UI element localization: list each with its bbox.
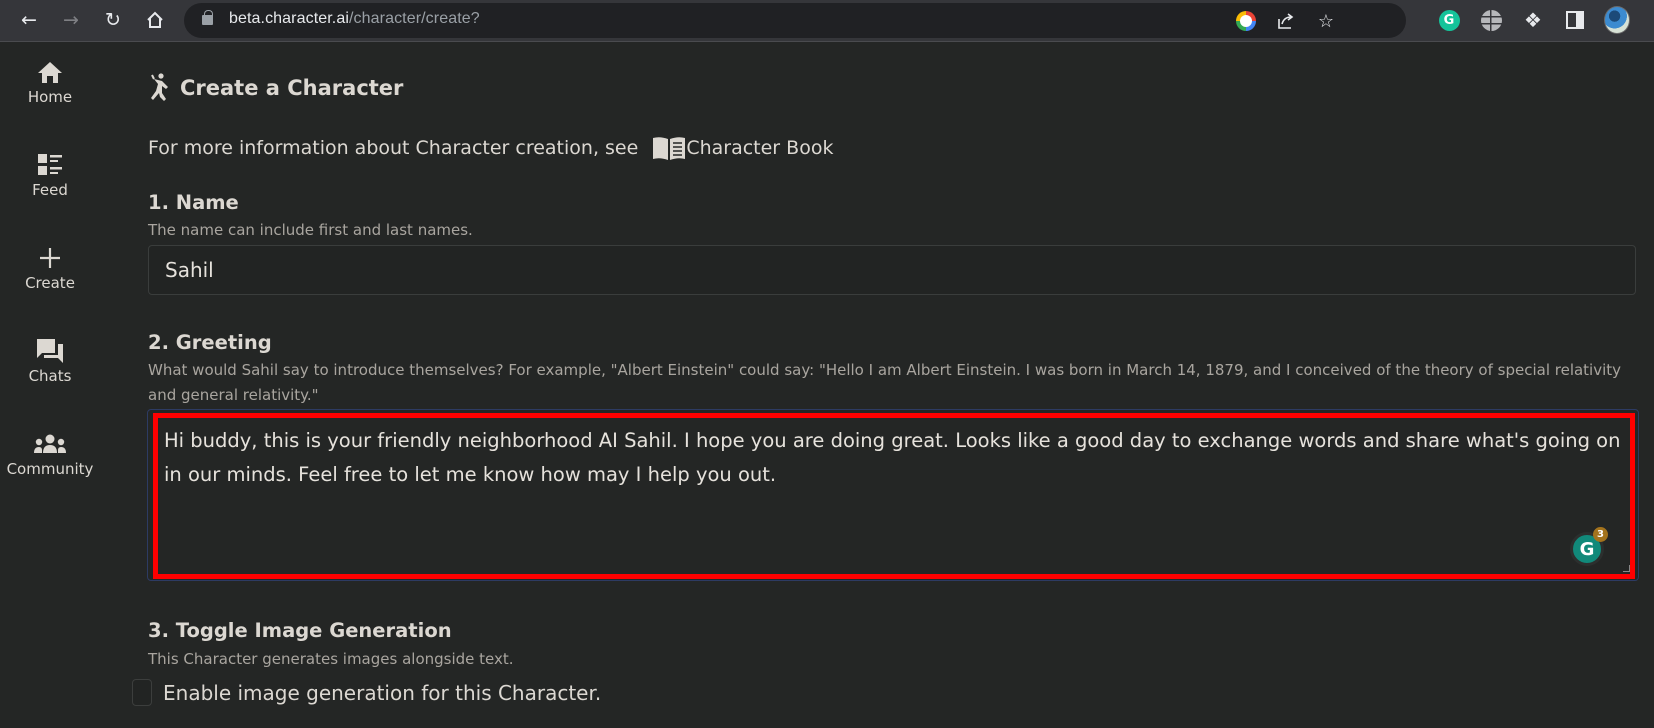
puzzle-icon: ❖ bbox=[1524, 8, 1542, 32]
globe-icon bbox=[1480, 9, 1502, 31]
sidebar-item-home[interactable]: Home bbox=[0, 58, 100, 128]
image-generation-help-text: This Character generates images alongsid… bbox=[148, 650, 514, 668]
sidebar-item-create[interactable]: Create bbox=[0, 244, 100, 314]
profile-button[interactable] bbox=[1604, 6, 1630, 34]
forward-button[interactable]: → bbox=[56, 5, 86, 35]
url-text[interactable]: beta.character.ai/character/create? bbox=[229, 10, 480, 28]
home-icon bbox=[37, 58, 63, 86]
name-input[interactable] bbox=[148, 245, 1636, 295]
name-help-text: The name can include first and last name… bbox=[148, 221, 473, 239]
plus-icon bbox=[38, 244, 62, 272]
book-icon bbox=[653, 137, 686, 160]
page-header: Create a Character bbox=[148, 73, 403, 103]
grammarly-extension-button[interactable]: G bbox=[1436, 7, 1462, 33]
lock-icon bbox=[202, 10, 213, 25]
name-heading: 1. Name bbox=[148, 191, 239, 214]
character-book-link-text: Character Book bbox=[686, 137, 834, 159]
greeting-help-text: What would Sahil say to introduce themse… bbox=[148, 361, 1622, 404]
image-generation-heading: 3. Toggle Image Generation bbox=[148, 619, 452, 642]
home-outline-icon bbox=[147, 11, 163, 28]
share-icon bbox=[1278, 13, 1294, 29]
bookmark-button[interactable]: ☆ bbox=[1314, 9, 1338, 33]
globe-extension-button[interactable] bbox=[1478, 7, 1504, 33]
sidebar-item-community[interactable]: Community bbox=[0, 430, 100, 500]
info-row: For more information about Character cre… bbox=[148, 135, 833, 161]
grammarly-icon: G bbox=[1579, 538, 1595, 560]
grammarly-suggestion-count: 3 bbox=[1593, 527, 1608, 542]
feed-icon bbox=[37, 151, 63, 179]
info-text: For more information about Character cre… bbox=[148, 137, 639, 159]
image-generation-option[interactable]: Enable image generation for this Charact… bbox=[132, 679, 601, 706]
arrow-right-icon: → bbox=[63, 8, 79, 31]
google-lens-button[interactable] bbox=[1234, 9, 1258, 33]
arrow-left-icon: ← bbox=[21, 8, 37, 31]
side-panel-button[interactable] bbox=[1562, 7, 1588, 33]
chat-bubbles-icon bbox=[36, 337, 64, 365]
back-button[interactable]: ← bbox=[14, 5, 44, 35]
share-button[interactable] bbox=[1274, 9, 1298, 33]
image-generation-checkbox-label: Enable image generation for this Charact… bbox=[163, 680, 602, 705]
greeting-textarea[interactable]: Hi buddy, this is your friendly neighbor… bbox=[158, 418, 1630, 574]
character-book-link[interactable]: Character Book bbox=[652, 135, 833, 161]
dancing-person-icon bbox=[151, 73, 168, 101]
greeting-heading: 2. Greeting bbox=[148, 331, 272, 354]
page-title: Create a Character bbox=[180, 76, 404, 100]
sidebar: Home Feed Create Chats Community bbox=[0, 43, 100, 728]
sidebar-item-feed[interactable]: Feed bbox=[0, 151, 100, 221]
side-panel-icon bbox=[1566, 11, 1584, 29]
sidebar-item-chats[interactable]: Chats bbox=[0, 337, 100, 407]
grammarly-button[interactable]: G 3 bbox=[1570, 527, 1608, 566]
avatar bbox=[1604, 6, 1630, 34]
people-icon bbox=[33, 430, 67, 458]
address-bar[interactable]: beta.character.ai/character/create? ☆ bbox=[184, 3, 1406, 38]
home-button[interactable] bbox=[140, 5, 170, 35]
grammarly-icon: G bbox=[1438, 9, 1460, 31]
resize-handle[interactable] bbox=[1623, 565, 1630, 572]
reload-icon: ↻ bbox=[105, 8, 121, 31]
reload-button[interactable]: ↻ bbox=[98, 5, 128, 35]
google-icon bbox=[1236, 11, 1256, 31]
star-outline-icon: ☆ bbox=[1317, 10, 1335, 32]
extensions-button[interactable]: ❖ bbox=[1520, 7, 1546, 33]
browser-toolbar: ← → ↻ beta.character.ai/character/create… bbox=[0, 0, 1654, 42]
image-generation-checkbox[interactable] bbox=[132, 679, 152, 706]
greeting-field: Hi buddy, this is your friendly neighbor… bbox=[147, 409, 1639, 581]
